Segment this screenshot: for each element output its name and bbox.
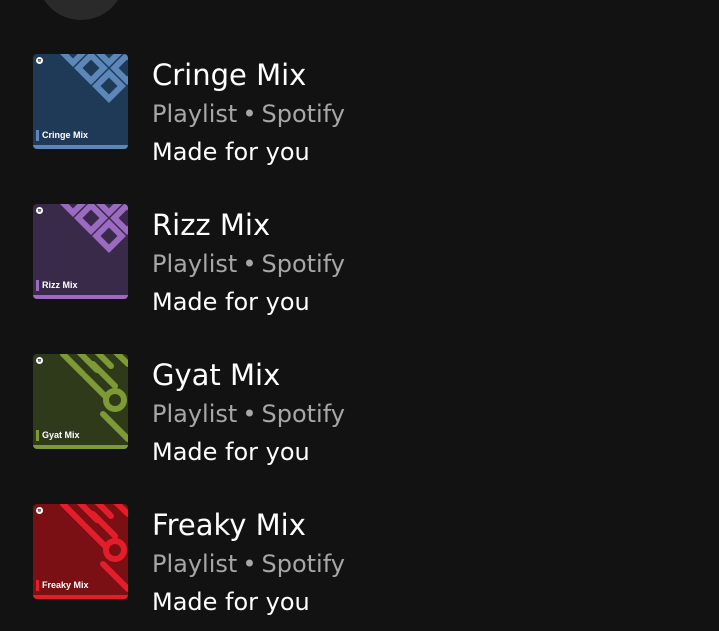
playlist-cover[interactable]: Freaky Mix	[33, 504, 128, 599]
playlist-subtitle: Playlist • Spotify	[152, 548, 345, 580]
playlist-type: Playlist	[152, 100, 238, 128]
playlist-subtitle: Playlist • Spotify	[152, 98, 345, 130]
playlist-owner: Spotify	[261, 550, 345, 578]
cover-accent-bar	[33, 595, 128, 599]
playlist-owner: Spotify	[261, 100, 345, 128]
pattern-shape	[74, 204, 108, 235]
cover-label-text: Gyat Mix	[42, 430, 80, 440]
playlist-owner: Spotify	[261, 400, 345, 428]
pattern-shape	[74, 54, 108, 85]
playlist-cover[interactable]: Cringe Mix	[33, 54, 128, 149]
list-item[interactable]: Cringe Mix Cringe Mix Playlist • Spotify M…	[0, 52, 719, 202]
playlist-description: Made for you	[152, 438, 310, 466]
cover-label: Freaky Mix	[36, 580, 89, 591]
cover-label-text: Cringe Mix	[42, 130, 89, 140]
cover-accent-bar	[33, 145, 128, 149]
cover-label-mark	[36, 130, 39, 141]
pattern-shape	[92, 219, 126, 253]
playlist-subtitle: Playlist • Spotify	[152, 398, 345, 430]
playlist-title[interactable]: Freaky Mix	[152, 506, 306, 544]
pattern-shape	[103, 538, 127, 562]
spotify-logo-icon	[36, 57, 43, 64]
playlist-type: Playlist	[152, 400, 238, 428]
separator-dot: •	[242, 100, 257, 128]
separator-dot: •	[242, 400, 257, 428]
playlist-cover[interactable]: Rizz Mix	[33, 204, 128, 299]
pattern-shape	[100, 561, 128, 592]
cover-label: Rizz Mix	[36, 280, 78, 291]
list-item[interactable]: Rizz Mix Rizz Mix Playlist • Spotify Made …	[0, 202, 719, 352]
playlist-type: Playlist	[152, 250, 238, 278]
pattern-shape	[100, 411, 128, 442]
playlist-title[interactable]: Rizz Mix	[152, 206, 270, 244]
playlist-description: Made for you	[152, 138, 310, 166]
playlist-owner: Spotify	[261, 250, 345, 278]
spotify-logo-icon	[36, 507, 43, 514]
playlist-cover[interactable]: Gyat Mix	[33, 354, 128, 449]
home-feed: Cringe Mix Cringe Mix Playlist • Spotify M…	[0, 0, 719, 631]
playlist-title[interactable]: Cringe Mix	[152, 56, 306, 94]
cover-label: Cringe Mix	[36, 130, 89, 141]
pattern-shape	[82, 373, 108, 399]
cover-accent-bar	[33, 295, 128, 299]
separator-dot: •	[242, 550, 257, 578]
cover-label-mark	[36, 280, 39, 291]
pattern-shape	[103, 388, 127, 412]
spotify-logo-icon	[36, 357, 43, 364]
list-item[interactable]: Gyat Mix Gyat Mix Playlist • Spotify Made …	[0, 352, 719, 502]
cover-label-mark	[36, 430, 39, 441]
pattern-shape	[92, 69, 126, 103]
cover-accent-bar	[33, 445, 128, 449]
playlist-description: Made for you	[152, 588, 310, 616]
avatar[interactable]	[37, 0, 125, 20]
playlist-description: Made for you	[152, 288, 310, 316]
pattern-shape	[82, 523, 108, 549]
separator-dot: •	[242, 250, 257, 278]
playlist-type: Playlist	[152, 550, 238, 578]
cover-label: Gyat Mix	[36, 430, 80, 441]
playlist-subtitle: Playlist • Spotify	[152, 248, 345, 280]
spotify-logo-icon	[36, 207, 43, 214]
playlist-title[interactable]: Gyat Mix	[152, 356, 280, 394]
cover-label-mark	[36, 580, 39, 591]
cover-label-text: Freaky Mix	[42, 580, 89, 590]
cover-label-text: Rizz Mix	[42, 280, 78, 290]
list-item[interactable]: Freaky Mix Freaky Mix Playlist • Spotify M…	[0, 502, 719, 631]
